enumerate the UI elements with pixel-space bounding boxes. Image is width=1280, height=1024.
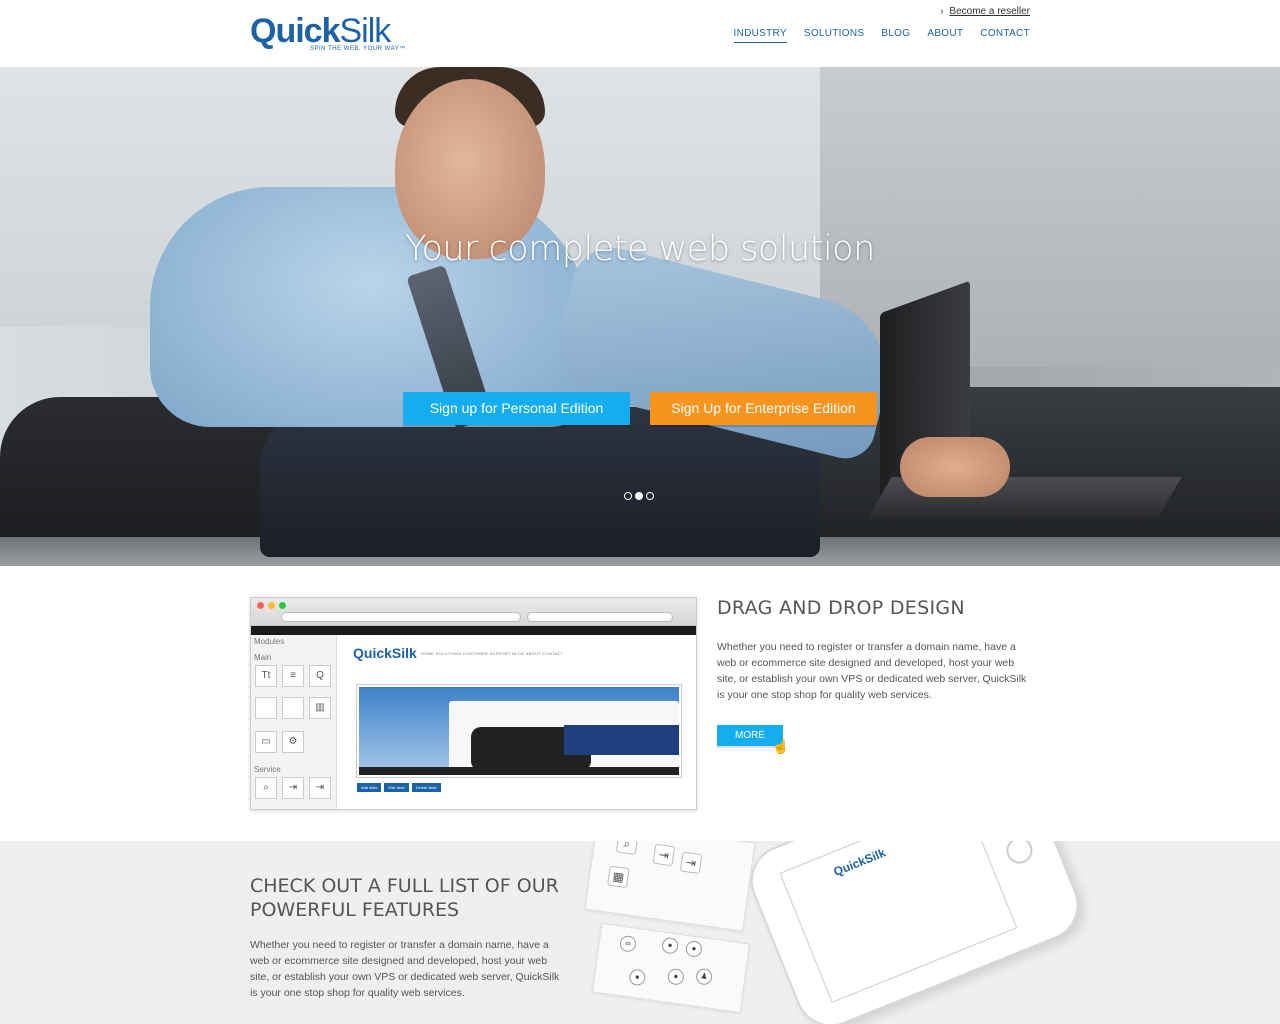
feature-card: ⌕ ⇥ ⇥ ▦ bbox=[584, 841, 756, 932]
modules-label: Modules bbox=[254, 637, 285, 646]
slider-dot[interactable] bbox=[646, 492, 654, 500]
mini-slide-buttons: Add slide Edit slide Delete slide bbox=[357, 783, 441, 792]
phone-site-logo: QuickSilk bbox=[831, 845, 888, 880]
group-icon: ● bbox=[661, 936, 680, 955]
login-icon: ⇥ bbox=[652, 843, 676, 867]
nav-contact[interactable]: CONTACT bbox=[980, 28, 1030, 43]
drag-drop-title: DRAG AND DROP DESIGN bbox=[717, 597, 965, 619]
site-header: QuickSilk SPIN THE WEB. YOUR WAY™ › Becom… bbox=[0, 0, 1280, 67]
mini-slider-panel bbox=[564, 725, 679, 755]
register-icon: ⇥ bbox=[679, 851, 703, 875]
quicksilk-logo[interactable]: QuickSilk SPIN THE WEB. YOUR WAY™ bbox=[250, 12, 405, 56]
signup-enterprise-button[interactable]: Sign Up for Enterprise Edition bbox=[650, 392, 877, 425]
nav-about[interactable]: ABOUT bbox=[927, 28, 963, 43]
url-bar bbox=[281, 612, 521, 622]
delete-slide-button: Delete slide bbox=[411, 783, 441, 792]
hero-title: Your complete web solution bbox=[405, 229, 875, 269]
modules-sidebar: Modules Main Tt ≡ Q ▥ ▭ ⚙ Service ⌕ ⇥ ⇥ bbox=[251, 635, 337, 809]
close-dot-icon bbox=[257, 602, 264, 609]
reseller-label: Become a reseller bbox=[949, 6, 1030, 17]
slider-dot[interactable] bbox=[624, 492, 632, 500]
maximize-dot-icon bbox=[279, 602, 286, 609]
mini-slider-bar bbox=[359, 767, 679, 775]
add-slide-button: Add slide bbox=[357, 783, 382, 792]
phone-screen: QuickSilk bbox=[779, 841, 1018, 1003]
working-area-module-icon bbox=[282, 697, 304, 719]
menu-module-icon: ≡ bbox=[282, 665, 304, 687]
editor-body: Modules Main Tt ≡ Q ▥ ▭ ⚙ Service ⌕ ⇥ ⇥ … bbox=[251, 635, 696, 809]
mini-slider bbox=[356, 684, 682, 778]
tabs-module-icon: ⚙ bbox=[282, 731, 304, 753]
drag-drop-section: Modules Main Tt ≡ Q ▥ ▭ ⚙ Service ⌕ ⇥ ⇥ … bbox=[0, 566, 1280, 841]
group-icon: ● bbox=[684, 939, 703, 959]
chevron-right-icon: › bbox=[940, 6, 944, 17]
quicksilk-module-icon: Q bbox=[309, 665, 331, 687]
browser-chrome bbox=[251, 598, 696, 626]
group-icon: ● bbox=[628, 968, 647, 987]
hand-cursor-icon: ☝ bbox=[772, 738, 790, 754]
main-nav: INDUSTRY SOLUTIONS BLOG ABOUT CONTACT bbox=[733, 28, 1031, 43]
drag-drop-text: Whether you need to register or transfer… bbox=[717, 641, 1027, 701]
user-icon: ♟ bbox=[695, 967, 714, 986]
login-module-icon: ⇥ bbox=[282, 777, 304, 799]
edit-slide-button: Edit slide bbox=[384, 783, 409, 792]
nav-industry[interactable]: INDUSTRY bbox=[733, 28, 787, 43]
mini-site-nav: HOME SOLUTIONS CUSTOMER SUPPORT BLOG ABO… bbox=[421, 651, 564, 656]
phone-mockup: QuickSilk bbox=[740, 841, 1090, 1024]
registration-module-icon: ⇥ bbox=[309, 777, 331, 799]
hero-banner: Your complete web solution Sign up for P… bbox=[0, 67, 1280, 566]
features-text: Whether you need to register or transfer… bbox=[250, 939, 560, 999]
group-icon: ● bbox=[666, 967, 685, 986]
features-section: CHECK OUT A FULL LIST OF OUR POWERFUL FE… bbox=[0, 841, 1280, 1024]
service-label: Service bbox=[254, 765, 281, 774]
text-module-icon: Tt bbox=[255, 665, 277, 687]
divider-module-icon: ▭ bbox=[255, 731, 277, 753]
become-reseller-link[interactable]: › Become a reseller bbox=[940, 6, 1030, 17]
features-title: CHECK OUT A FULL LIST OF OUR POWERFUL FE… bbox=[250, 875, 559, 921]
nav-blog[interactable]: BLOG bbox=[881, 28, 910, 43]
minimize-dot-icon bbox=[268, 602, 275, 609]
phone-home-button-icon bbox=[1002, 841, 1037, 868]
glasses-icon: ∞ bbox=[618, 934, 637, 953]
search-icon: ⌕ bbox=[615, 841, 639, 856]
map-icon: ▦ bbox=[607, 865, 630, 889]
signup-personal-button[interactable]: Sign up for Personal Edition bbox=[403, 392, 630, 425]
editor-canvas: QuickSilk HOME SOLUTIONS CUSTOMER SUPPOR… bbox=[345, 641, 690, 806]
mini-site-logo: QuickSilk bbox=[353, 645, 417, 661]
logo-quick: Quick bbox=[250, 12, 340, 50]
container-module-icon bbox=[255, 697, 277, 719]
editor-toolbar bbox=[251, 626, 696, 635]
search-module-icon: ⌕ bbox=[255, 777, 277, 799]
columns-module-icon: ▥ bbox=[309, 697, 331, 719]
logo-tagline: SPIN THE WEB. YOUR WAY™ bbox=[310, 46, 406, 52]
slider-dots bbox=[624, 492, 654, 500]
slider-dot-active[interactable] bbox=[635, 492, 643, 500]
main-label: Main bbox=[254, 653, 272, 662]
editor-screenshot: Modules Main Tt ≡ Q ▥ ▭ ⚙ Service ⌕ ⇥ ⇥ … bbox=[250, 597, 697, 810]
nav-solutions[interactable]: SOLUTIONS bbox=[804, 28, 865, 43]
browser-search-bar bbox=[527, 612, 673, 622]
feature-card: ∞ ● ● ● ● ♟ bbox=[591, 922, 751, 1014]
hero-photo-hand bbox=[900, 437, 1010, 497]
logo-silk: Silk bbox=[339, 12, 391, 50]
